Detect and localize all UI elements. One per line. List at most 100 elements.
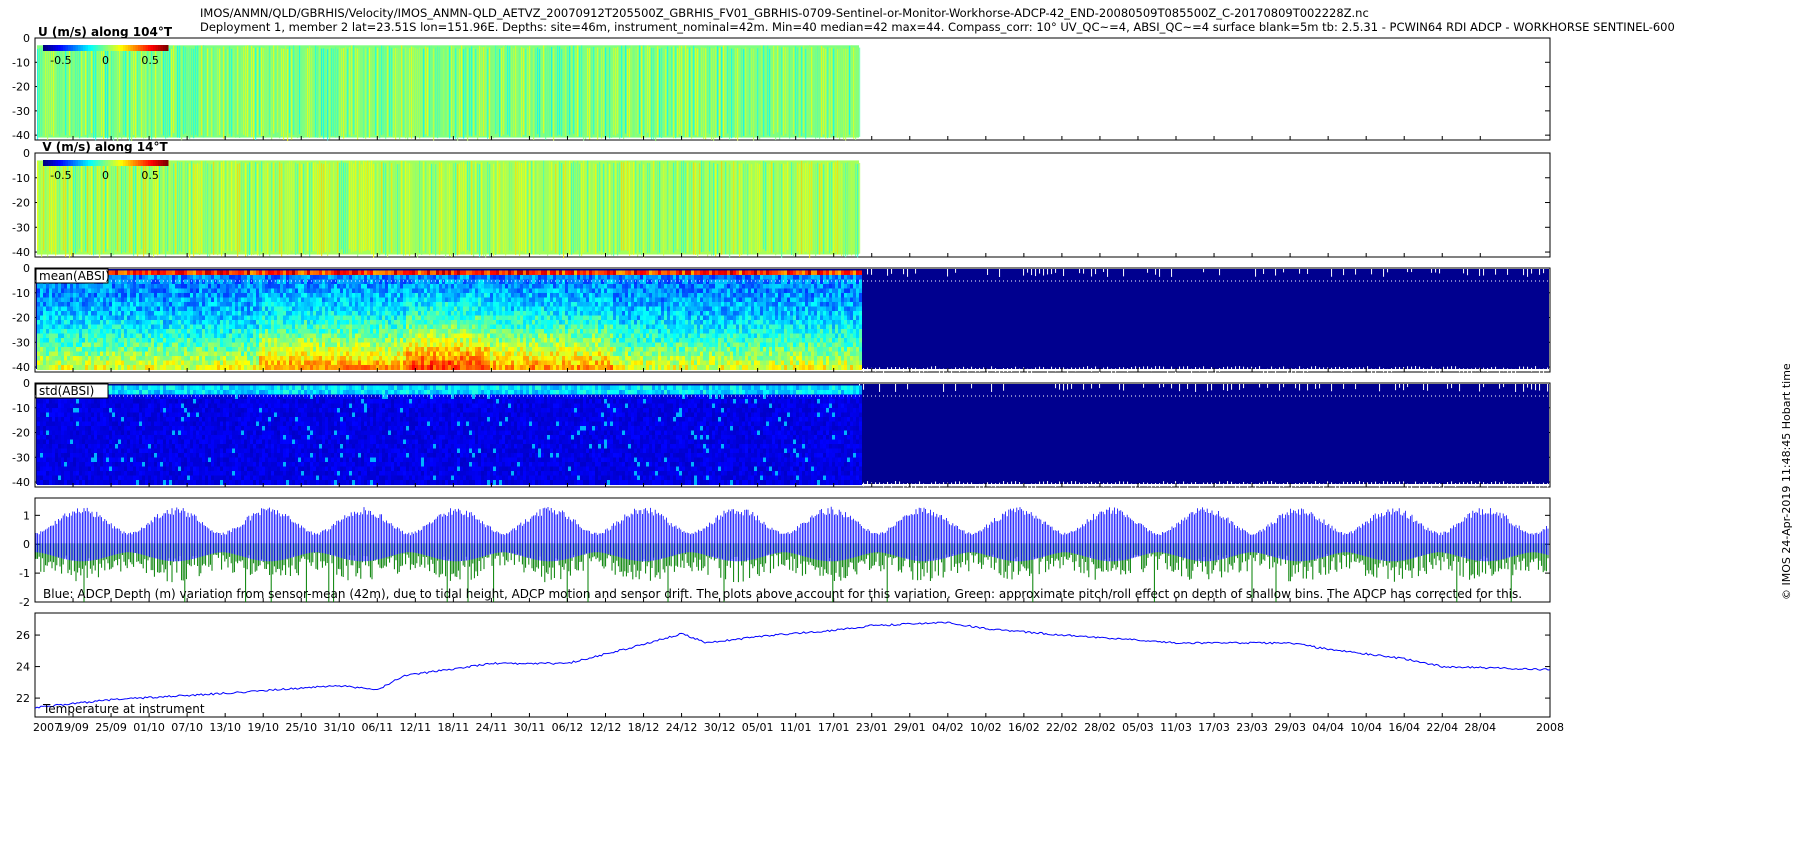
absi-cell	[37, 297, 40, 303]
absi-cell	[421, 347, 424, 353]
velocity-column	[73, 162, 75, 253]
absi-cell	[229, 310, 232, 316]
absi-cell	[184, 274, 187, 280]
absi-cell	[457, 320, 460, 326]
absi-cell	[88, 324, 91, 330]
absi-gap	[879, 367, 881, 372]
absi-cell	[271, 338, 274, 344]
velocity-column	[665, 49, 667, 137]
absi-cell	[253, 270, 256, 276]
absi-cell	[154, 347, 157, 353]
absi-cell	[520, 365, 523, 371]
velocity-column	[89, 162, 91, 255]
velocity-column	[239, 46, 241, 139]
absi-cell	[304, 351, 307, 357]
absi-cell	[478, 310, 481, 316]
velocity-column	[853, 161, 855, 251]
velocity-column	[653, 47, 655, 140]
absi-cell	[304, 356, 307, 362]
absi-cell	[301, 333, 304, 339]
absi-cell	[259, 342, 262, 348]
absi-cell	[505, 342, 508, 348]
absi-cell	[256, 306, 259, 312]
absi-cell	[430, 356, 433, 362]
absi-cell	[178, 315, 181, 321]
velocity-column	[627, 161, 629, 251]
absi-cell	[286, 306, 289, 312]
absi-cell	[106, 351, 109, 357]
absi-cell	[319, 274, 322, 280]
absi-cell	[382, 351, 385, 357]
absi-gap	[1091, 367, 1093, 372]
absi-cell	[520, 342, 523, 348]
absi-cell	[238, 292, 241, 298]
velocity-column	[683, 160, 685, 253]
colorbar-segment	[165, 160, 169, 166]
absi-cell	[319, 333, 322, 339]
velocity-column	[513, 48, 515, 137]
absi-cell	[58, 360, 61, 366]
absi-gap	[1359, 366, 1361, 371]
absi-gap	[999, 368, 1001, 373]
absi-cell	[367, 288, 370, 294]
absi-cell	[541, 324, 544, 330]
velocity-column	[81, 163, 83, 252]
absi-cell	[535, 270, 538, 276]
absi-cell	[388, 279, 391, 285]
absi-cell	[520, 333, 523, 339]
absi-cell	[391, 342, 394, 348]
velocity-column	[743, 163, 745, 255]
absi-cell	[325, 306, 328, 312]
absi-cell	[97, 297, 100, 303]
absi-cell	[448, 301, 451, 307]
absi-cell	[400, 365, 403, 371]
absi-cell	[502, 342, 505, 348]
absi-cell	[430, 283, 433, 289]
absi-cell	[58, 306, 61, 312]
velocity-column	[647, 162, 649, 254]
velocity-column	[321, 163, 323, 257]
absi-cell	[196, 338, 199, 344]
absi-cell	[283, 365, 286, 371]
velocity-column	[433, 48, 435, 141]
absi-cell	[364, 342, 367, 348]
velocity-column	[559, 46, 561, 135]
absi-cell	[172, 329, 175, 335]
absi-cell	[448, 365, 451, 371]
absi-cell	[190, 288, 193, 294]
absi-cell	[181, 320, 184, 326]
absi-cell	[400, 333, 403, 339]
absi-cell	[55, 310, 58, 316]
absi-cell	[109, 288, 112, 294]
absi-cell	[439, 279, 442, 285]
velocity-column	[295, 45, 297, 137]
absi-cell	[235, 329, 238, 335]
absi-cell	[316, 351, 319, 357]
absi-cell	[442, 351, 445, 357]
absi-cell	[223, 274, 226, 280]
absi-cell	[307, 306, 310, 312]
absi-cell	[325, 288, 328, 294]
absi-cell	[82, 324, 85, 330]
velocity-column	[353, 163, 355, 252]
absi-cell	[241, 356, 244, 362]
absi-cell	[484, 279, 487, 285]
absi-cell	[70, 329, 73, 335]
absi-cell	[541, 279, 544, 285]
absi-cell	[223, 283, 226, 289]
absi-cell	[421, 274, 424, 280]
absi-cell	[238, 347, 241, 353]
absi-cell	[154, 306, 157, 312]
absi-cell	[337, 315, 340, 321]
absi-cell	[211, 360, 214, 366]
absi-cell	[424, 279, 427, 285]
velocity-column	[475, 49, 477, 136]
velocity-column	[375, 163, 377, 254]
absi-cell	[202, 333, 205, 339]
absi-cell	[469, 301, 472, 307]
absi-gap	[1295, 368, 1297, 373]
absi-cell	[484, 338, 487, 344]
absi-cell	[541, 274, 544, 280]
absi-cell	[337, 283, 340, 289]
absi-cell	[61, 301, 64, 307]
